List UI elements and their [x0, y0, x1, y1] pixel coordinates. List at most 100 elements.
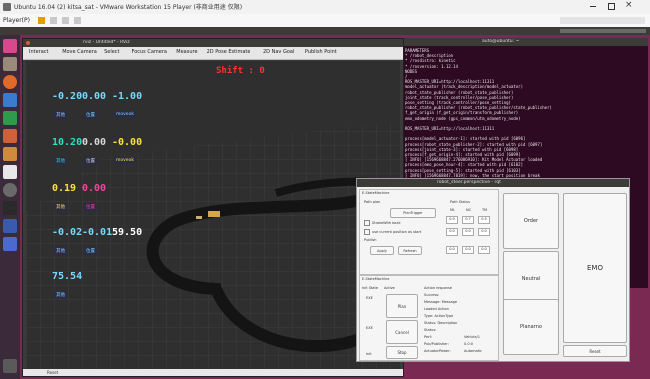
software-center-icon[interactable]: [3, 147, 17, 161]
overlay-value: 10.20: [52, 137, 83, 148]
rviz-title: rviz - Untitled* - RViz: [83, 40, 130, 45]
trash-icon[interactable]: [3, 359, 17, 373]
checkbox-stroke-back[interactable]: StrokeWith back: [364, 220, 401, 226]
vmware-toolbar: Player(P): [0, 14, 650, 28]
stop-button[interactable]: Stop: [386, 346, 418, 359]
rviz-tool-interact[interactable]: Interact: [29, 49, 49, 55]
response-line: Action response: [424, 286, 452, 290]
col-ml: ML: [450, 208, 455, 212]
plan-trigger-button[interactable]: PlanTrigger: [390, 208, 436, 218]
value-field[interactable]: 0.5: [478, 216, 490, 224]
reset-button[interactable]: Reset: [47, 370, 58, 375]
value-field[interactable]: 0.0: [462, 246, 474, 254]
overlay-value: -0.00: [112, 137, 143, 148]
terminal-title: auto@ubuntu: ~: [482, 39, 520, 44]
files-icon[interactable]: [3, 57, 17, 71]
vmware-title: Ubuntu 16.04 (2) kitsa_sat - VMware Work…: [14, 4, 243, 11]
terminal-titlebar: auto@ubuntu: ~: [402, 38, 648, 46]
minimize-icon[interactable]: [590, 6, 596, 7]
col-nc: NC: [466, 208, 472, 212]
value-field[interactable]: 0.7: [462, 216, 474, 224]
publish-label: Publish: [364, 238, 377, 242]
side-label: EXE: [366, 296, 373, 300]
settings-icon[interactable]: [3, 183, 17, 197]
player-menu[interactable]: Player(P): [3, 17, 30, 24]
robot-marker: [196, 216, 202, 219]
writer-icon[interactable]: [3, 93, 17, 107]
overlay-label: 位置: [84, 203, 97, 211]
emo-button[interactable]: EMO: [563, 193, 627, 343]
overlay-value: 0.00: [82, 91, 107, 102]
state-machine-panel: E-StateMachine Path plan Path Status Pla…: [359, 189, 499, 275]
overlay-value: -0.20: [52, 91, 83, 102]
response-line: Loaded Action: [424, 307, 449, 311]
response-value: Vehicle/1: [464, 335, 480, 339]
plan-button[interactable]: Plan: [386, 294, 418, 318]
terminal-line: emo_odometry_node (gps_common/utm_odomet…: [405, 115, 521, 121]
workspace-icon[interactable]: [3, 237, 17, 251]
value-field[interactable]: 0.9: [446, 216, 458, 224]
terminal-icon[interactable]: [3, 201, 17, 215]
cancel-button[interactable]: Cancel: [386, 320, 418, 344]
impress-icon[interactable]: [3, 129, 17, 143]
panel-title: E-StateMachine: [362, 191, 390, 195]
response-line: Status:: [424, 328, 437, 332]
apply-button[interactable]: Apply: [370, 246, 394, 255]
rviz-tool-focus-camera[interactable]: Focus Camera: [132, 49, 168, 55]
maximize-icon[interactable]: [608, 3, 615, 10]
vmware-titlebar: Ubuntu 16.04 (2) kitsa_sat - VMware Work…: [0, 0, 650, 15]
response-line: ActuatorPower:: [424, 349, 451, 353]
value-field[interactable]: 0.0: [462, 228, 474, 236]
overlay-label: moveok: [114, 111, 136, 118]
rviz-tool-measure[interactable]: Measure: [176, 49, 197, 55]
active-label: Active: [384, 286, 395, 290]
unity-icon[interactable]: [74, 17, 81, 24]
rviz-tool-select[interactable]: Select: [104, 49, 119, 55]
rviz-titlebar: rviz - Untitled* - RViz: [23, 39, 403, 47]
checkbox-current-position[interactable]: use current position as start: [364, 229, 421, 235]
rviz-tool-publish-point[interactable]: Publish Point: [305, 49, 337, 55]
overlay-label: 其他: [54, 247, 67, 255]
rviz-icon[interactable]: [3, 219, 17, 233]
rviz-tool-move-camera[interactable]: Move Camera: [62, 49, 97, 55]
overlay-value: 59.50: [112, 227, 143, 238]
dash-icon[interactable]: [3, 39, 17, 53]
rviz-3d-view[interactable]: Shift : 0 -0.20 其他 0.00 位置 -1.00 moveok 10.20 其…: [26, 61, 400, 373]
amazon-icon[interactable]: [3, 165, 17, 179]
value-field[interactable]: 0.0: [478, 228, 490, 236]
rviz-window[interactable]: rviz - Untitled* - RViz Interact Move Cam…: [22, 38, 404, 377]
col-tm: TM: [482, 208, 488, 212]
response-line: Perf:: [424, 335, 432, 339]
overlay-label: 其他: [54, 203, 67, 211]
overlay-value: -0.02: [52, 227, 83, 238]
refresh-button[interactable]: Refresh: [398, 246, 422, 255]
overlay-label: 其他: [54, 291, 67, 299]
overlay-value: 0.00: [82, 137, 107, 148]
terminal-line: ROS_MASTER_URI=http://localhost:11311: [405, 126, 495, 131]
order-button[interactable]: Order: [503, 193, 559, 249]
send-ctrl-alt-del-icon[interactable]: [50, 17, 57, 24]
value-field[interactable]: 0.0: [478, 246, 490, 254]
path-status-label: Path Status: [450, 200, 470, 204]
reset-button[interactable]: Reset: [563, 345, 627, 357]
shift-text: Shift : 0: [216, 66, 265, 76]
firefox-icon[interactable]: [3, 75, 17, 89]
rviz-tool-2d-pose-estimate[interactable]: 2D Pose Estimate: [207, 49, 251, 55]
close-icon[interactable]: ×: [625, 0, 633, 10]
map-view: [26, 61, 400, 373]
init-state-label: Init State: [362, 286, 378, 290]
fullscreen-icon[interactable]: [62, 17, 69, 24]
ubuntu-topbar: [0, 27, 650, 35]
rviz-tool-2d-nav-goal[interactable]: 2D Nav Goal: [263, 49, 294, 55]
pause-icon[interactable]: [38, 17, 45, 24]
value-field[interactable]: 0.0: [446, 246, 458, 254]
rqt-window[interactable]: robot_steer.perspective - rqt E-StateMac…: [356, 178, 630, 362]
planarno-button[interactable]: Planarno: [503, 299, 559, 355]
calc-icon[interactable]: [3, 111, 17, 125]
value-field[interactable]: 0.0: [446, 228, 458, 236]
rviz-toolbar: Interact Move Camera Select Focus Camera Mea…: [23, 47, 403, 60]
close-icon[interactable]: [26, 41, 30, 45]
response-line: Success:: [424, 293, 440, 297]
overlay-value: 0.19: [52, 183, 77, 194]
side-label: EXE: [366, 326, 373, 330]
